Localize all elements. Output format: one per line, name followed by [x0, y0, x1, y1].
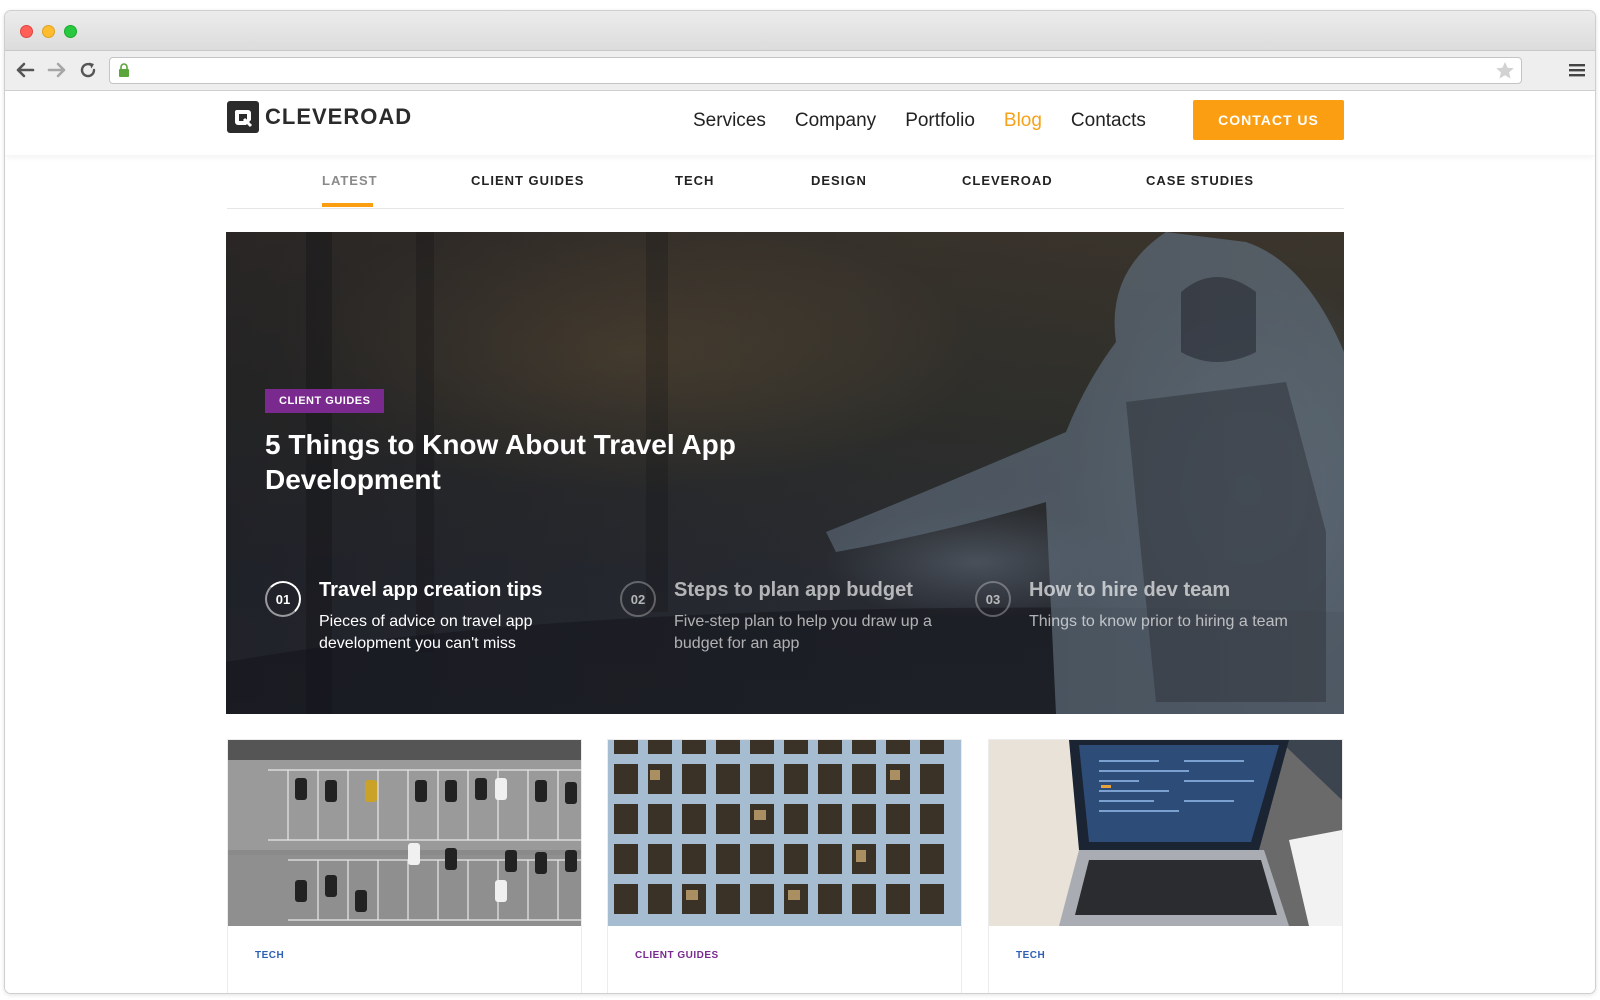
zoom-window-button[interactable]	[64, 25, 77, 38]
tab-cleveroad[interactable]: CLEVEROAD	[962, 173, 1053, 188]
active-tab-indicator	[322, 203, 373, 207]
article-card[interactable]: TECH	[988, 739, 1343, 993]
parking-lot-image[interactable]	[228, 740, 581, 926]
step-description: Five-step plan to help you draw up a bud…	[674, 613, 932, 652]
step-title: Steps to plan app budget	[674, 579, 913, 601]
step-number: 02	[620, 581, 656, 617]
card-category-tag[interactable]: CLIENT GUIDES	[635, 950, 719, 961]
step-description: Things to know prior to hiring a team	[1029, 613, 1288, 630]
step-number: 01	[265, 581, 301, 617]
step-title: How to hire dev team	[1029, 579, 1231, 601]
nav-contacts[interactable]: Contacts	[1071, 109, 1146, 133]
cleveroad-logo[interactable]: CLEVEROAD	[227, 101, 412, 133]
tab-client-guides[interactable]: CLIENT GUIDES	[471, 173, 584, 188]
hero-title[interactable]: 5 Things to Know About Travel App Develo…	[265, 427, 785, 497]
tab-latest[interactable]: LATEST	[322, 173, 378, 188]
nav-blog[interactable]: Blog	[1004, 109, 1042, 133]
web-page: CLEVEROAD Services Company Portfolio Blo…	[5, 91, 1595, 993]
nav-services[interactable]: Services	[693, 109, 766, 133]
laptop-code-image[interactable]	[989, 740, 1342, 926]
title-bar	[5, 11, 1595, 51]
tab-case-studies[interactable]: CASE STUDIES	[1146, 173, 1254, 188]
browser-menu-icon[interactable]	[1569, 62, 1585, 81]
arrow-left-icon	[16, 62, 35, 78]
hero-category-tag[interactable]: CLIENT GUIDES	[265, 389, 385, 413]
site-header: CLEVEROAD Services Company Portfolio Blo…	[5, 91, 1595, 155]
lock-icon	[118, 63, 130, 82]
arrow-right-icon	[47, 62, 66, 78]
logo-text: CLEVEROAD	[265, 104, 413, 129]
article-card[interactable]: TECH	[227, 739, 582, 993]
browser-window: CLEVEROAD Services Company Portfolio Blo…	[4, 10, 1596, 994]
address-bar[interactable]	[109, 57, 1522, 84]
minimize-window-button[interactable]	[42, 25, 55, 38]
nav-company[interactable]: Company	[795, 109, 876, 133]
cleveroad-logo-icon	[227, 101, 259, 133]
step-title: Travel app creation tips	[319, 579, 543, 601]
nav-portfolio[interactable]: Portfolio	[905, 109, 975, 133]
forward-button[interactable]	[45, 58, 69, 82]
office-building-image[interactable]	[608, 740, 961, 926]
tab-design[interactable]: DESIGN	[811, 173, 867, 188]
reload-icon	[80, 62, 96, 78]
bookmark-star-icon[interactable]	[1495, 61, 1515, 84]
browser-toolbar	[5, 51, 1595, 91]
step-description: Pieces of advice on travel app developme…	[319, 613, 533, 652]
blog-category-nav: LATEST CLIENT GUIDES TECH DESIGN CLEVERO…	[227, 163, 1344, 209]
card-category-tag[interactable]: TECH	[255, 950, 284, 961]
contact-us-button[interactable]: CONTACT US	[1193, 100, 1344, 140]
article-card[interactable]: CLIENT GUIDES	[607, 739, 962, 993]
step-number: 03	[975, 581, 1011, 617]
close-window-button[interactable]	[20, 25, 33, 38]
reload-button[interactable]	[76, 58, 100, 82]
back-button[interactable]	[13, 58, 37, 82]
card-category-tag[interactable]: TECH	[1016, 950, 1045, 961]
tab-tech[interactable]: TECH	[675, 173, 714, 188]
hero-featured-article[interactable]: CLIENT GUIDES 5 Things to Know About Tra…	[226, 232, 1344, 714]
main-nav: Services Company Portfolio Blog Contacts	[693, 109, 1175, 133]
